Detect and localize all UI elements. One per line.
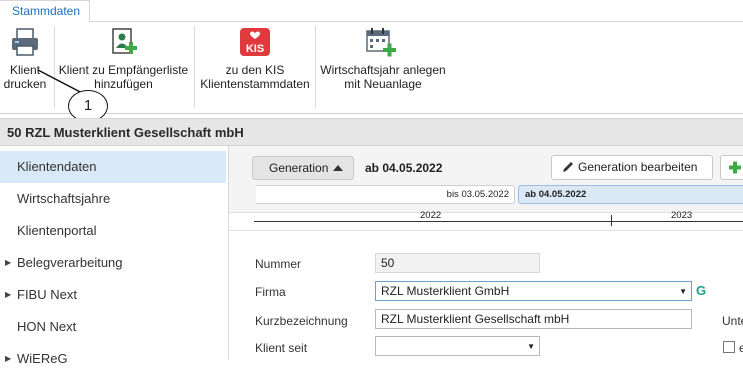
sidebar-item-label: Klientendaten xyxy=(17,159,97,174)
timeline-year-label: 2023 xyxy=(671,210,693,221)
right-checkbox-label: e xyxy=(739,341,743,355)
print-client-label-1: Klient xyxy=(9,63,41,77)
firma-select[interactable]: RZL Musterklient GmbH ▼ xyxy=(375,281,692,301)
sidebar-item-hon-next[interactable]: HON Next xyxy=(0,311,226,343)
sidebar-item-belegverarbeitung[interactable]: ▶ Belegverarbeitung xyxy=(0,247,226,279)
generation-toggle-button[interactable]: Generation xyxy=(252,156,354,180)
expand-arrow-icon[interactable]: ▶ xyxy=(5,247,11,279)
sidebar-item-label: Klientenportal xyxy=(17,223,97,238)
nummer-field: 50 xyxy=(375,253,540,273)
sidebar-item-label: HON Next xyxy=(17,319,77,334)
sidebar-item-wiereg[interactable]: ▶ WiEReG xyxy=(0,343,226,375)
page-title: 50 RZL Musterklient Gesellschaft mbH xyxy=(7,125,244,140)
calendar-add-icon xyxy=(366,28,396,57)
sidebar: Klientendaten Wirtschaftsjahre Klientenp… xyxy=(0,150,228,366)
timeline-tick xyxy=(611,215,612,226)
kis-label-1: zu den KIS xyxy=(225,63,285,77)
print-client-button[interactable]: Klient drucken xyxy=(0,22,50,114)
klient-seit-label: Klient seit xyxy=(255,341,308,355)
ribbon-separator xyxy=(315,26,316,108)
add-recipient-icon xyxy=(112,28,137,54)
edit-generation-button[interactable]: Generation bearbeiten xyxy=(551,155,713,180)
edit-generation-label: Generation bearbeiten xyxy=(578,160,698,174)
kis-client-data-button[interactable]: KIS zu den KIS Klientenstammdaten xyxy=(196,22,314,114)
collapse-arrow-icon xyxy=(333,165,343,171)
fiscal-year-label-2: mit Neuanlage xyxy=(344,77,422,91)
sidebar-item-wirtschaftsjahre[interactable]: Wirtschaftsjahre xyxy=(0,183,226,215)
timeline-segment-current[interactable]: ab 04.05.2022 xyxy=(518,185,743,204)
sidebar-item-klientenportal[interactable]: Klientenportal xyxy=(0,215,226,247)
firma-value: RZL Musterklient GmbH xyxy=(381,284,510,298)
kurzbezeichnung-field[interactable]: RZL Musterklient Gesellschaft mbH xyxy=(375,309,692,329)
sidebar-item-label: FIBU Next xyxy=(17,287,77,302)
g-badge-icon[interactable]: G xyxy=(696,283,706,298)
nummer-label: Nummer xyxy=(255,257,302,271)
right-column-label: Unte xyxy=(722,314,743,328)
right-checkbox[interactable] xyxy=(723,341,735,353)
create-fiscal-year-button[interactable]: Wirtschaftsjahr anlegen mit Neuanlage xyxy=(317,22,449,114)
pencil-icon xyxy=(563,162,573,172)
ribbon-separator xyxy=(194,26,195,108)
klient-seit-select[interactable]: ▼ xyxy=(375,336,540,356)
fiscal-year-label-1: Wirtschaftsjahr anlegen xyxy=(320,63,446,77)
printer-icon xyxy=(12,28,38,56)
kurzbezeichnung-label: Kurzbezeichnung xyxy=(255,314,348,328)
client-form: Nummer 50 Firma RZL Musterklient GmbH ▼ … xyxy=(229,230,743,360)
ribbon-tab-bar: Stammdaten xyxy=(0,0,743,23)
kis-icon: KIS xyxy=(240,28,270,56)
sidebar-item-fibu-next[interactable]: ▶ FIBU Next xyxy=(0,279,226,311)
expand-arrow-icon[interactable]: ▶ xyxy=(5,279,11,311)
print-client-label-2: drucken xyxy=(3,77,47,91)
generation-button-label: Generation xyxy=(269,161,329,175)
ribbon: Klient drucken Klient zu Empfängerliste … xyxy=(0,22,743,114)
add-recipient-label-1: Klient zu Empfängerliste xyxy=(58,63,189,77)
chevron-down-icon[interactable]: ▼ xyxy=(679,283,687,301)
ribbon-separator xyxy=(54,26,55,108)
timeline-year-label: 2022 xyxy=(420,210,442,221)
timeline-axis xyxy=(254,221,743,222)
firma-label: Firma xyxy=(255,285,286,299)
kis-label-2: Klientenstammdaten xyxy=(200,77,310,91)
sidebar-item-label: WiEReG xyxy=(17,351,68,366)
sidebar-item-klientendaten[interactable]: Klientendaten xyxy=(0,151,226,183)
kis-icon-text: KIS xyxy=(246,43,264,55)
sidebar-item-label: Belegverarbeitung xyxy=(17,255,123,270)
current-generation: ab 04.05.2022 xyxy=(365,161,443,175)
plus-icon xyxy=(729,161,741,174)
tab-stammdaten[interactable]: Stammdaten xyxy=(0,0,90,23)
add-generation-button[interactable] xyxy=(720,155,743,180)
add-recipient-label-2: hinzufügen xyxy=(94,77,153,91)
main-panel: Generation ab 04.05.2022 Generation bear… xyxy=(229,146,743,360)
timeline-segment-previous[interactable]: bis 03.05.2022 xyxy=(256,185,515,204)
expand-arrow-icon[interactable]: ▶ xyxy=(5,343,11,375)
chevron-down-icon[interactable]: ▼ xyxy=(527,338,535,356)
sidebar-item-label: Wirtschaftsjahre xyxy=(17,191,111,206)
client-title-bar: 50 RZL Musterklient Gesellschaft mbH xyxy=(0,118,743,146)
